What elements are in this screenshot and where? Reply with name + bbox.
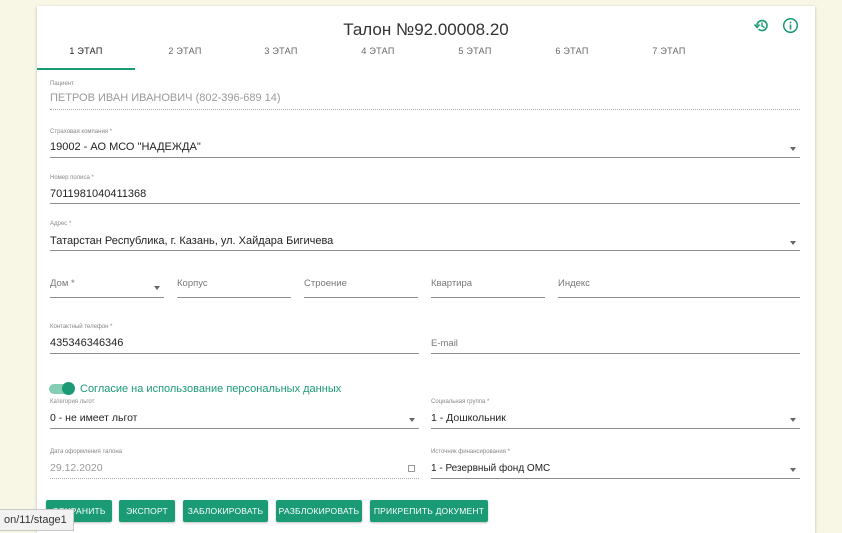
social-group-label: Социальная группа * [431,399,490,405]
funding-select[interactable]: Источник финансирования * 1 - Резервный … [431,449,800,479]
tab-stage-2[interactable]: 2 ЭТАП [136,44,234,70]
phone-underline [50,353,419,354]
index-field[interactable]: Индекс [558,277,800,299]
house-underline [50,297,164,298]
export-button[interactable]: ЭКСПОРТ [119,500,175,522]
patient-underline [50,109,800,110]
insurance-label: Страховая компания * [50,129,113,135]
index-placeholder: Индекс [558,278,590,289]
unlock-button[interactable]: РАЗБЛОКИРОВАТЬ [276,500,362,522]
benefit-select[interactable]: Категория льгот 0 - не имеет льгот [50,399,419,429]
address-select[interactable]: Адрес * Татарстан Республика, г. Казань,… [50,221,800,251]
social-group-select[interactable]: Социальная группа * 1 - Дошкольник [431,399,800,429]
funding-underline [431,478,800,479]
issue-date-label: Дата оформления талона [50,449,123,455]
index-underline [558,297,800,298]
talon-card: Талон №92.00008.20 1 ЭТАП 2 ЭТАП 3 ЭТАП … [37,6,815,533]
status-url: on/11/stage1 [0,509,74,531]
building-underline [177,297,291,298]
tab-stage-1[interactable]: 1 ЭТАП [37,44,135,70]
consent-label: Согласие на использование персональных д… [80,383,342,395]
email-underline [431,353,800,354]
issue-date-underline [50,478,419,479]
info-icon[interactable] [782,17,799,34]
insurance-underline [50,157,800,158]
calendar-icon[interactable] [408,465,415,472]
attach-document-button[interactable]: ПРИКРЕПИТЬ ДОКУМЕНТ [370,500,488,522]
patient-label: Пациент [50,81,74,87]
email-placeholder: E-mail [431,338,458,349]
benefit-underline [50,428,419,429]
structure-field[interactable]: Строение [304,277,418,299]
address-value: Татарстан Республика, г. Казань, ул. Хай… [50,235,334,247]
tab-stage-5[interactable]: 5 ЭТАП [426,44,524,70]
chevron-down-icon[interactable] [790,241,796,245]
phone-label: Контактный телефон * [50,324,113,330]
address-label: Адрес * [50,221,72,227]
structure-underline [304,297,418,298]
building-field[interactable]: Корпус [177,277,291,299]
house-placeholder: Дом * [50,278,75,289]
email-field[interactable]: E-mail [431,324,800,354]
policy-value: 7011981040411368 [50,188,147,200]
chevron-down-icon[interactable] [154,286,160,290]
insurance-select[interactable]: Страховая компания * 19002 - АО МСО "НАД… [50,129,800,159]
history-icon[interactable] [753,17,770,34]
phone-value: 435346346346 [50,337,124,349]
apartment-field[interactable]: Квартира [431,277,545,299]
patient-field: Пациент ПЕТРОВ ИВАН ИВАНОВИЧ (802-396-68… [50,81,800,111]
consent-toggle-knob[interactable] [62,382,75,395]
policy-field[interactable]: Номер полиса * 7011981040411368 [50,175,800,205]
benefit-value: 0 - не имеет льгот [50,412,138,424]
tab-stage-7[interactable]: 7 ЭТАП [620,44,718,70]
building-placeholder: Корпус [177,278,208,289]
chevron-down-icon[interactable] [790,147,796,151]
address-underline [50,250,800,251]
page-title: Талон №92.00008.20 [343,20,509,39]
funding-label: Источник финансирования * [431,449,510,455]
insurance-value: 19002 - АО МСО "НАДЕЖДА" [50,141,201,153]
tab-stage-3[interactable]: 3 ЭТАП [232,44,330,70]
issue-date-value: 29.12.2020 [50,462,103,474]
social-group-value: 1 - Дошкольник [431,412,506,424]
benefit-label: Категория льгот [50,399,95,405]
chevron-down-icon[interactable] [790,418,796,422]
chevron-down-icon[interactable] [409,418,415,422]
lock-button[interactable]: ЗАБЛОКИРОВАТЬ [183,500,268,522]
structure-placeholder: Строение [304,278,347,289]
apartment-placeholder: Квартира [431,278,473,289]
phone-field[interactable]: Контактный телефон * 435346346346 [50,324,419,354]
apartment-underline [431,297,545,298]
policy-label: Номер полиса * [50,175,94,181]
patient-value: ПЕТРОВ ИВАН ИВАНОВИЧ (802-396-689 14) [50,92,281,104]
social-group-underline [431,428,800,429]
tab-stage-4[interactable]: 4 ЭТАП [329,44,427,70]
tab-stage-6[interactable]: 6 ЭТАП [523,44,621,70]
house-select[interactable]: Дом * [50,277,164,299]
funding-value: 1 - Резервный фонд ОМС [431,463,551,474]
chevron-down-icon[interactable] [790,468,796,472]
issue-date-field[interactable]: Дата оформления талона 29.12.2020 [50,449,419,479]
policy-underline [50,203,800,204]
